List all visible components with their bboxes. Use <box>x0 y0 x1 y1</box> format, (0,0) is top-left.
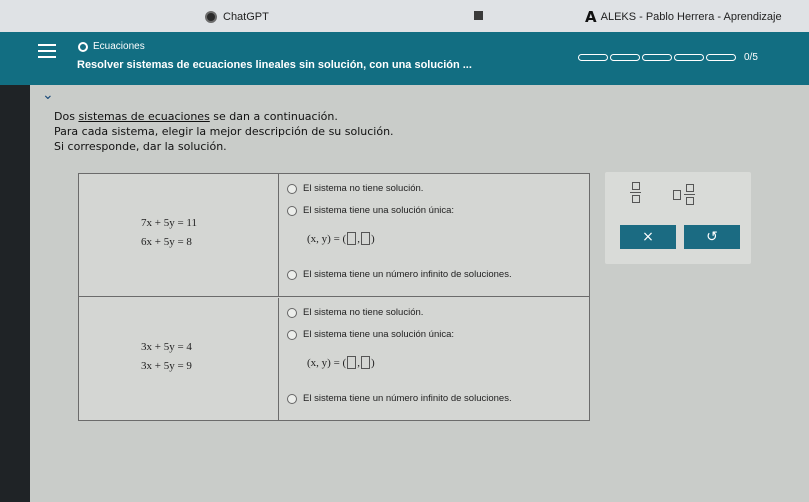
instruction-text: Para cada sistema, elegir la mejor descr… <box>54 125 394 138</box>
solution-prefix: (x, y) = ( <box>307 356 347 369</box>
instruction-text: se dan a continuación. <box>209 110 338 123</box>
option-infinite-solutions[interactable]: El sistema tiene un número infinito de s… <box>287 269 512 280</box>
chatgpt-icon <box>205 11 217 23</box>
progress-label: 0/5 <box>744 52 758 63</box>
answer-options: El sistema no tiene solución. El sistema… <box>279 298 589 421</box>
undo-icon: ↺ <box>706 229 718 245</box>
radio-button[interactable] <box>287 205 297 216</box>
fraction-icon[interactable] <box>630 182 641 203</box>
progress-segment <box>578 54 608 61</box>
system-row: 3x + 5y = 4 3x + 5y = 9 El sistema no ti… <box>79 298 589 421</box>
math-tool-panel: × ↺ <box>605 172 751 264</box>
instructions: Dos sistemas de ecuaciones se dan a cont… <box>54 109 394 154</box>
progress-bar <box>578 54 736 61</box>
radio-button[interactable] <box>287 393 297 404</box>
mixed-number-icon[interactable] <box>673 184 695 205</box>
solution-prefix: (x, y) = ( <box>307 232 347 245</box>
system-equations: 3x + 5y = 4 3x + 5y = 9 <box>79 298 279 421</box>
progress-segment <box>642 54 672 61</box>
tab-close-icon[interactable] <box>474 11 483 20</box>
browser-tab-strip: ChatGPT A ALEKS - Pablo Herrera - Aprend… <box>0 0 809 32</box>
progress-segment <box>706 54 736 61</box>
instruction-text: Dos <box>54 110 79 123</box>
y-input-box[interactable] <box>360 232 370 245</box>
problem-table: 7x + 5y = 11 6x + 5y = 8 El sistema no t… <box>78 173 590 421</box>
clear-button[interactable]: × <box>620 225 676 249</box>
solution-comma: , <box>357 356 360 369</box>
option-label: El sistema tiene una solución única: <box>303 329 455 340</box>
y-input-box[interactable] <box>360 356 370 369</box>
main-content: ⌄ Dos sistemas de ecuaciones se dan a co… <box>30 85 809 502</box>
solution-comma: , <box>357 232 360 245</box>
radio-button[interactable] <box>287 329 297 340</box>
equation: 6x + 5y = 8 <box>141 236 192 248</box>
progress-segment <box>674 54 704 61</box>
option-unique-solution[interactable]: El sistema tiene una solución única: <box>287 329 454 340</box>
option-no-solution[interactable]: El sistema no tiene solución. <box>287 183 423 194</box>
option-label: El sistema no tiene solución. <box>303 183 424 194</box>
tab-aleks[interactable]: A ALEKS - Pablo Herrera - Aprendizaje <box>585 4 809 30</box>
option-label: El sistema tiene un número infinito de s… <box>303 269 512 280</box>
chevron-down-icon[interactable]: ⌄ <box>42 87 54 103</box>
progress-segment <box>610 54 640 61</box>
menu-icon[interactable] <box>38 44 56 62</box>
tab-label: ChatGPT <box>223 11 269 23</box>
topic-row: Ecuaciones <box>78 41 145 52</box>
equation: 3x + 5y = 4 <box>141 341 192 353</box>
close-icon: × <box>642 229 654 245</box>
x-input-box[interactable] <box>347 356 357 369</box>
option-no-solution[interactable]: El sistema no tiene solución. <box>287 307 423 318</box>
tab-label: ALEKS - Pablo Herrera - Aprendizaje <box>600 11 782 23</box>
solution-entry: (x, y) = ( , ) <box>307 232 375 245</box>
equation: 3x + 5y = 9 <box>141 360 192 372</box>
option-infinite-solutions[interactable]: El sistema tiene un número infinito de s… <box>287 393 512 404</box>
undo-button[interactable]: ↺ <box>684 225 740 249</box>
definition-link[interactable]: sistemas de ecuaciones <box>78 110 209 123</box>
solution-entry: (x, y) = ( , ) <box>307 356 375 369</box>
equation: 7x + 5y = 11 <box>141 217 197 229</box>
solution-suffix: ) <box>370 232 375 245</box>
page-title: Resolver sistemas de ecuaciones lineales… <box>77 59 472 71</box>
option-label: El sistema tiene un número infinito de s… <box>303 393 512 404</box>
answer-options: El sistema no tiene solución. El sistema… <box>279 174 589 296</box>
topic-label: Ecuaciones <box>93 41 145 52</box>
radio-button[interactable] <box>287 269 297 280</box>
radio-button[interactable] <box>287 183 297 194</box>
tab-chatgpt[interactable]: ChatGPT <box>205 4 475 30</box>
instruction-text: Si corresponde, dar la solución. <box>54 140 227 153</box>
option-unique-solution[interactable]: El sistema tiene una solución única: <box>287 205 454 216</box>
aleks-logo-icon: A <box>585 8 597 26</box>
radio-button[interactable] <box>287 307 297 318</box>
solution-suffix: ) <box>370 356 375 369</box>
option-label: El sistema tiene una solución única: <box>303 205 455 216</box>
option-label: El sistema no tiene solución. <box>303 307 424 318</box>
aleks-header: Ecuaciones Resolver sistemas de ecuacion… <box>0 32 809 85</box>
system-equations: 7x + 5y = 11 6x + 5y = 8 <box>79 174 279 296</box>
x-input-box[interactable] <box>347 232 357 245</box>
topic-circle-icon <box>78 41 88 52</box>
system-row: 7x + 5y = 11 6x + 5y = 8 El sistema no t… <box>79 174 589 297</box>
